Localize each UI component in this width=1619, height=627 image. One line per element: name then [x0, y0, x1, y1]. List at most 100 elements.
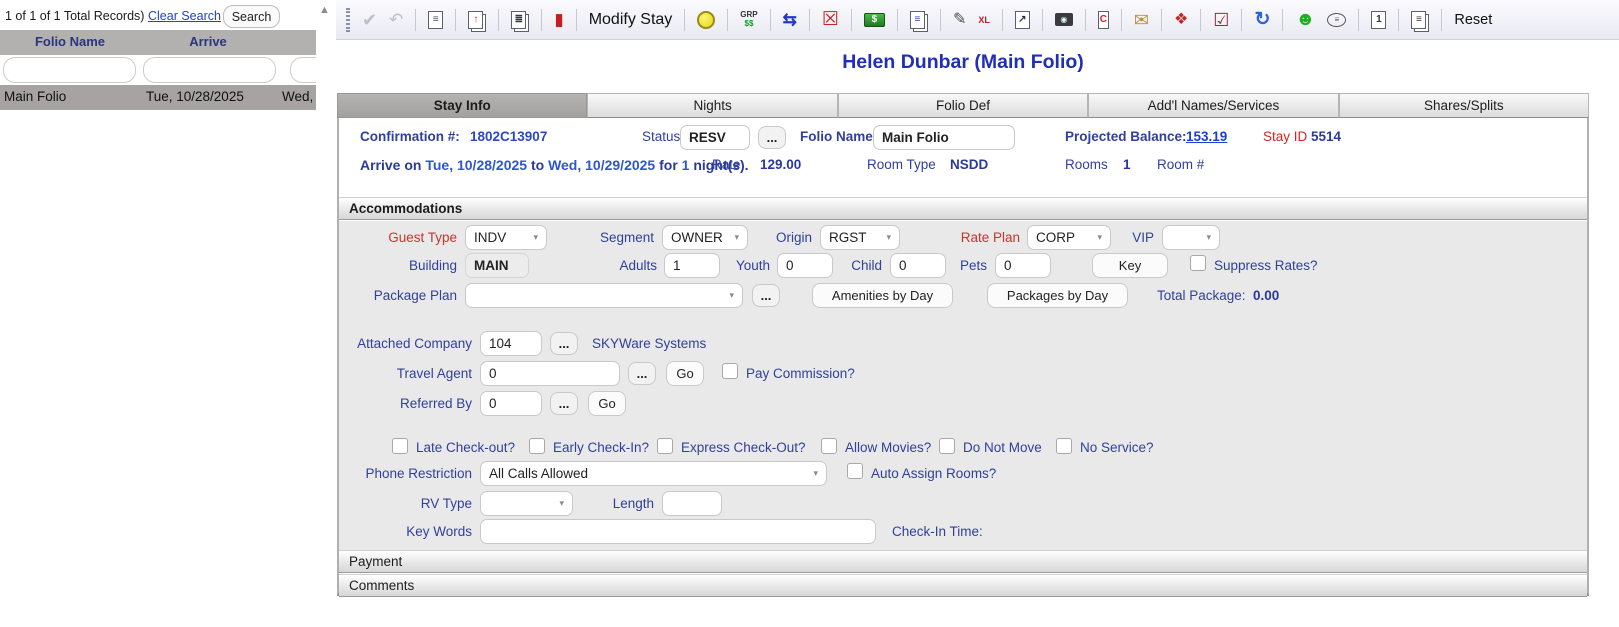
- cancel-stay-icon[interactable]: ☒: [822, 10, 839, 29]
- camera-icon[interactable]: ◉: [1055, 13, 1073, 26]
- rate-label: Rate: [712, 157, 741, 172]
- toolbar-separator: [1121, 9, 1122, 31]
- referred-by-input[interactable]: [480, 391, 542, 416]
- reset-button[interactable]: Reset: [1454, 12, 1492, 28]
- tab-stay-info[interactable]: Stay Info: [337, 93, 587, 118]
- suppress-rates-checkbox[interactable]: [1190, 255, 1206, 271]
- folio-list-row[interactable]: Main Folio Tue, 10/28/2025 Wed,: [0, 85, 316, 110]
- key-words-label: Key Words: [339, 524, 472, 539]
- projected-balance-link[interactable]: 153.19: [1186, 129, 1227, 144]
- allow-movies-checkbox[interactable]: [821, 438, 837, 454]
- sync-icon[interactable]: ↻: [1254, 10, 1270, 29]
- do-not-move-checkbox[interactable]: [939, 438, 955, 454]
- key-button[interactable]: Key: [1092, 253, 1168, 278]
- guest-type-select[interactable]: INDV▾: [465, 225, 547, 250]
- luggage-tags-icon[interactable]: ❖: [1174, 12, 1188, 28]
- column-header-arrive[interactable]: Arrive: [140, 34, 276, 49]
- arrive-filter-input[interactable]: [143, 57, 276, 83]
- payment-section-header[interactable]: Payment: [339, 550, 1587, 573]
- checklist-icon[interactable]: ☑: [1213, 11, 1229, 29]
- attached-company-lookup-button[interactable]: ...: [550, 332, 578, 355]
- auto-assign-rooms-checkbox[interactable]: [847, 463, 863, 479]
- no-service-checkbox[interactable]: [1056, 438, 1072, 454]
- do-not-move-label: Do Not Move: [963, 440, 1042, 455]
- rate-value: 129.00: [760, 157, 801, 172]
- vertical-scroll-strip: ▲: [316, 0, 336, 627]
- status-lookup-button[interactable]: ...: [758, 126, 786, 149]
- arrive-to: to: [527, 157, 548, 173]
- referred-by-go-button[interactable]: Go: [588, 391, 626, 416]
- vip-select[interactable]: ▾: [1162, 225, 1220, 250]
- folio-name-filter-input[interactable]: [3, 57, 136, 83]
- print-registration-icon[interactable]: ≣: [511, 11, 526, 29]
- search-button[interactable]: Search: [223, 5, 280, 28]
- tab-nights[interactable]: Nights: [587, 93, 837, 118]
- express-check-out-checkbox[interactable]: [657, 438, 673, 454]
- stay-info-panel: Confirmation #: 1802C13907 Status ... Fo…: [337, 118, 1589, 596]
- phone-restriction-value: All Calls Allowed: [489, 466, 809, 481]
- origin-select[interactable]: RGST▾: [820, 225, 900, 250]
- email-icon[interactable]: ✉: [1134, 11, 1149, 29]
- pay-commission-checkbox[interactable]: [722, 363, 738, 379]
- travel-agent-input[interactable]: [480, 361, 620, 386]
- segment-label: Segment: [556, 230, 654, 245]
- clear-search-link[interactable]: Clear Search: [148, 9, 221, 23]
- toolbar-separator: [940, 9, 941, 31]
- modify-stay-button[interactable]: Modify Stay: [589, 11, 673, 29]
- copy-stay-icon[interactable]: ≡: [910, 11, 925, 29]
- folio-name-input[interactable]: [873, 125, 1015, 150]
- group-stay-icon[interactable]: GRP$$: [740, 11, 757, 28]
- toolbar-drag-handle: [346, 8, 350, 32]
- tab-shares-splits[interactable]: Shares/Splits: [1339, 93, 1589, 118]
- stay-details-icon[interactable]: ≡: [428, 11, 443, 29]
- excel-export-icon[interactable]: XL: [978, 15, 990, 25]
- folio-book-icon[interactable]: ▮: [554, 11, 563, 28]
- row-depart-date: Wed,: [282, 89, 313, 104]
- toolbar-separator: [1042, 9, 1043, 31]
- pets-input[interactable]: [995, 253, 1051, 278]
- phone-card-icon[interactable]: C: [1098, 11, 1109, 29]
- room-type-value: NSDD: [950, 157, 988, 172]
- comments-section-header[interactable]: Comments: [339, 574, 1587, 597]
- attached-company-input[interactable]: [480, 331, 542, 356]
- payment-cash-icon[interactable]: $: [864, 13, 885, 27]
- transfer-guests-icon[interactable]: ⇆: [783, 11, 797, 28]
- packages-by-day-button[interactable]: Packages by Day: [987, 283, 1128, 308]
- referred-by-lookup-button[interactable]: ...: [550, 392, 578, 415]
- youth-label: Youth: [694, 258, 770, 273]
- depart-filter-input[interactable]: [290, 57, 316, 83]
- travel-agent-go-button[interactable]: Go: [666, 361, 704, 386]
- tab-addl-names-services[interactable]: Add'l Names/Services: [1088, 93, 1338, 118]
- rv-type-select[interactable]: ▾: [480, 491, 573, 516]
- toolbar-separator: [727, 9, 728, 31]
- projected-balance-label: Projected Balance:: [1065, 129, 1187, 144]
- length-input[interactable]: [662, 491, 722, 516]
- amenities-by-day-button[interactable]: Amenities by Day: [812, 283, 953, 308]
- guest-smiley-icon[interactable]: ☻: [1295, 10, 1315, 29]
- building-field: [465, 253, 529, 278]
- tab-folio-def[interactable]: Folio Def: [838, 93, 1088, 118]
- chart-icon[interactable]: ↗: [1015, 11, 1030, 29]
- quick-stay-icon[interactable]: [697, 11, 715, 29]
- pay-commission-label: Pay Commission?: [746, 366, 855, 381]
- late-check-out-checkbox[interactable]: [392, 438, 408, 454]
- column-header-folio-name[interactable]: Folio Name: [0, 34, 140, 49]
- guest-type-label: Guest Type: [359, 230, 457, 245]
- undo-icon[interactable]: ↶: [389, 11, 403, 28]
- package-plan-lookup-button[interactable]: ...: [752, 284, 780, 307]
- travel-agent-lookup-button[interactable]: ...: [628, 362, 656, 385]
- key-words-input[interactable]: [480, 519, 876, 544]
- check-in-icon[interactable]: ↑: [468, 11, 483, 29]
- status-input[interactable]: [680, 125, 750, 150]
- toolbar-separator: [1358, 9, 1359, 31]
- early-check-in-checkbox[interactable]: [529, 438, 545, 454]
- registration-cards-icon[interactable]: ≡: [1411, 11, 1426, 29]
- scroll-up-icon[interactable]: ▲: [319, 4, 330, 16]
- save-check-icon[interactable]: ✔: [362, 11, 377, 29]
- package-plan-select[interactable]: ▾: [465, 283, 743, 308]
- wizard-pen-icon[interactable]: ✎: [953, 12, 966, 28]
- comment-bubble-icon[interactable]: ≡: [1327, 13, 1346, 27]
- registration-card-icon[interactable]: 1: [1371, 11, 1386, 29]
- phone-restriction-select[interactable]: All Calls Allowed▾: [480, 461, 827, 486]
- accommodations-section-header[interactable]: Accommodations: [339, 197, 1587, 220]
